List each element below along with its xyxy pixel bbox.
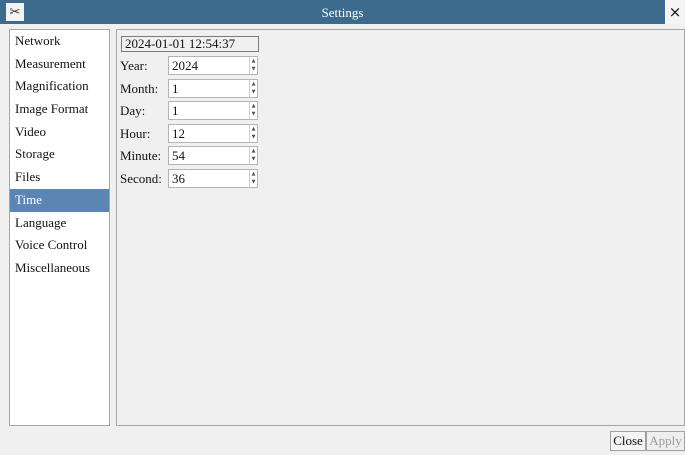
sidebar-item-voice-control[interactable]: Voice Control bbox=[10, 234, 109, 257]
close-window-button[interactable]: × bbox=[665, 0, 685, 24]
sidebar-item-video[interactable]: Video bbox=[10, 121, 109, 144]
month-spinbox[interactable]: 1 ▲ ▼ bbox=[168, 78, 258, 98]
sidebar-item-language[interactable]: Language bbox=[10, 212, 109, 235]
second-value: 36 bbox=[172, 170, 185, 186]
month-label: Month: bbox=[120, 80, 159, 96]
day-spinner-arrows-icon[interactable]: ▲ ▼ bbox=[249, 102, 257, 119]
day-label: Day: bbox=[120, 103, 146, 118]
second-label: Second: bbox=[120, 170, 162, 186]
minute-value: 54 bbox=[172, 148, 185, 163]
sidebar-item-image-format[interactable]: Image Format bbox=[10, 98, 109, 121]
sidebar-item-storage[interactable]: Storage bbox=[10, 143, 109, 166]
hour-label: Hour: bbox=[120, 125, 151, 141]
minute-label: Minute: bbox=[120, 148, 162, 163]
sidebar-item-network[interactable]: Network bbox=[10, 30, 109, 53]
year-label: Year: bbox=[120, 58, 148, 73]
year-spinbox[interactable]: 2024 ▲ ▼ bbox=[168, 56, 258, 75]
year-value: 2024 bbox=[172, 58, 198, 73]
sidebar-item-measurement[interactable]: Measurement bbox=[10, 53, 109, 76]
minute-spinner-arrows-icon[interactable]: ▲ ▼ bbox=[249, 147, 257, 164]
year-spinner-arrows-icon[interactable]: ▲ ▼ bbox=[249, 57, 257, 74]
month-value: 1 bbox=[172, 80, 179, 96]
sidebar-item-time[interactable]: Time bbox=[10, 188, 109, 212]
window-title: Settings bbox=[321, 5, 364, 20]
settings-sidebar: Network Measurement Magnification Image … bbox=[9, 29, 110, 426]
hour-spinner-arrows-icon[interactable]: ▲ ▼ bbox=[249, 124, 257, 142]
time-settings-panel: 2024-01-01 12:54:37 Year: 2024 ▲ ▼ Month:… bbox=[116, 29, 685, 426]
second-spinner-arrows-icon[interactable]: ▲ ▼ bbox=[249, 169, 257, 187]
title-bar: ✂ Settings × bbox=[0, 0, 685, 24]
hour-spinbox[interactable]: 12 ▲ ▼ bbox=[168, 123, 258, 143]
close-button[interactable]: Close bbox=[610, 431, 646, 451]
second-spinbox[interactable]: 36 ▲ ▼ bbox=[168, 168, 258, 188]
minute-spinbox[interactable]: 54 ▲ ▼ bbox=[168, 146, 258, 165]
sidebar-item-miscellaneous[interactable]: Miscellaneous bbox=[10, 257, 109, 280]
sidebar-item-files[interactable]: Files bbox=[10, 166, 109, 189]
sidebar-item-magnification[interactable]: Magnification bbox=[10, 75, 109, 98]
hour-value: 12 bbox=[172, 125, 185, 141]
day-spinbox[interactable]: 1 ▲ ▼ bbox=[168, 101, 258, 120]
day-value: 1 bbox=[172, 103, 179, 118]
month-spinner-arrows-icon[interactable]: ▲ ▼ bbox=[249, 79, 257, 97]
current-datetime-display: 2024-01-01 12:54:37 bbox=[121, 36, 259, 52]
apply-button[interactable]: Apply bbox=[646, 431, 685, 451]
